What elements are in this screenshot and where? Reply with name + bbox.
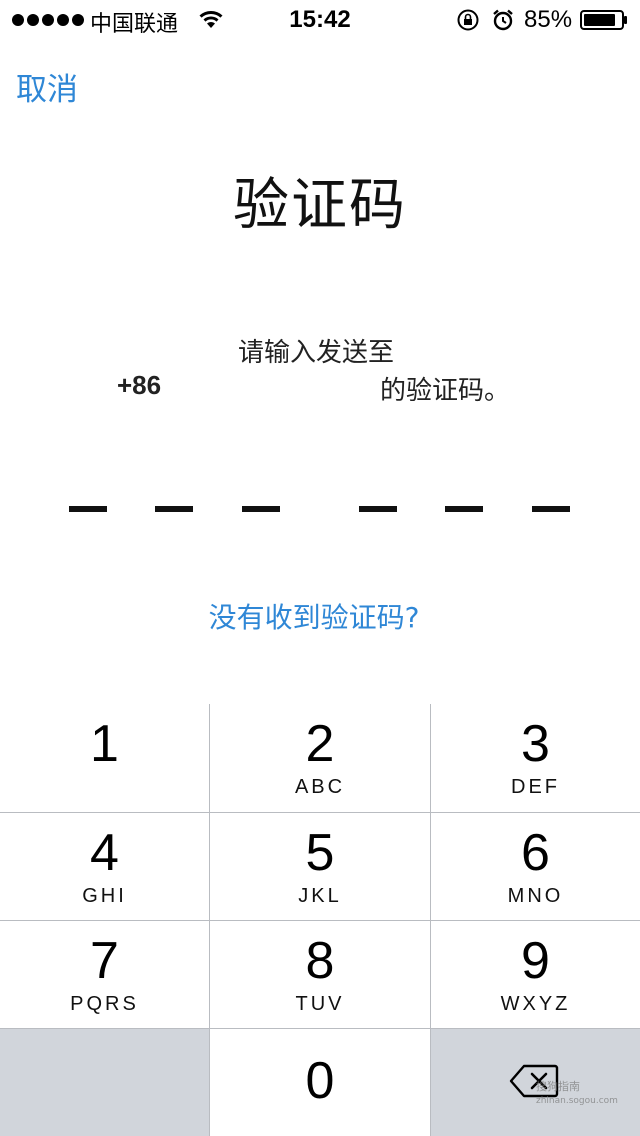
code-slot-3 — [242, 506, 280, 512]
key-7[interactable]: 7 PQRS — [0, 921, 209, 1028]
key-letters: PQRS — [70, 993, 139, 1015]
key-digit: 1 — [90, 715, 119, 773]
key-digit: 4 — [90, 824, 119, 882]
cancel-button[interactable]: 取消 — [16, 64, 78, 109]
key-3[interactable]: 3 DEF — [431, 704, 640, 812]
key-letters: TUV — [295, 993, 345, 1015]
alarm-icon — [493, 9, 513, 31]
key-letters: MNO — [507, 885, 564, 907]
empty-key — [0, 1029, 209, 1136]
status-bar: 中国联通 15:42 85% — [0, 0, 640, 40]
key-letters: GHI — [82, 885, 127, 907]
keypad-divider — [209, 704, 210, 1136]
key-0[interactable]: 0 — [210, 1029, 430, 1136]
keypad-divider — [0, 920, 640, 921]
key-letters: ABC — [294, 776, 346, 798]
page-title: 验证码 — [233, 173, 407, 238]
key-digit: 5 — [305, 824, 335, 882]
code-slot-6 — [532, 506, 570, 512]
instruction-line-1: 请输入发送至 — [237, 338, 394, 368]
code-slot-5 — [445, 506, 483, 512]
resend-code-link[interactable]: 没有收到验证码? — [0, 596, 628, 636]
key-6[interactable]: 6 MNO — [431, 813, 640, 920]
key-digit: 2 — [305, 715, 335, 773]
verification-screen: 中国联通 15:42 85% 取消 验证码 请输入发送至 +86 的验证码。 没… — [0, 0, 640, 1136]
instruction-line-2: 的验证码。 — [380, 376, 511, 406]
key-digit: 7 — [90, 932, 119, 990]
code-slot-4 — [359, 506, 397, 512]
key-2[interactable]: 2 ABC — [210, 704, 430, 812]
key-9[interactable]: 9 WXYZ — [431, 921, 640, 1028]
battery-percent: 85% — [524, 6, 573, 33]
battery-icon — [580, 10, 627, 30]
keypad-divider — [0, 812, 640, 813]
key-1[interactable]: 1 — [0, 704, 209, 812]
orientation-lock-icon — [457, 9, 479, 31]
code-slot-2 — [155, 506, 193, 512]
watermark-url: zhinan.sogou.com — [536, 1096, 618, 1106]
key-4[interactable]: 4 GHI — [0, 813, 209, 920]
phone-country-code: +86 — [117, 370, 162, 400]
keypad-divider — [0, 1028, 640, 1029]
code-slot-1 — [69, 506, 107, 512]
key-letters: WXYZ — [500, 993, 571, 1015]
key-8[interactable]: 8 TUV — [210, 921, 430, 1028]
watermark-title: 搜狗指南 — [536, 1080, 580, 1093]
key-digit: 8 — [305, 932, 335, 990]
watermark: 搜狗指南 zhinan.sogou.com — [536, 1080, 618, 1108]
keypad-divider — [430, 704, 431, 1136]
key-letters: DEF — [511, 776, 560, 798]
key-digit: 0 — [305, 1052, 335, 1110]
key-digit: 3 — [521, 715, 550, 773]
key-digit: 9 — [521, 932, 550, 990]
key-letters: JKL — [298, 885, 342, 907]
key-digit: 6 — [521, 824, 550, 882]
key-5[interactable]: 5 JKL — [210, 813, 430, 920]
